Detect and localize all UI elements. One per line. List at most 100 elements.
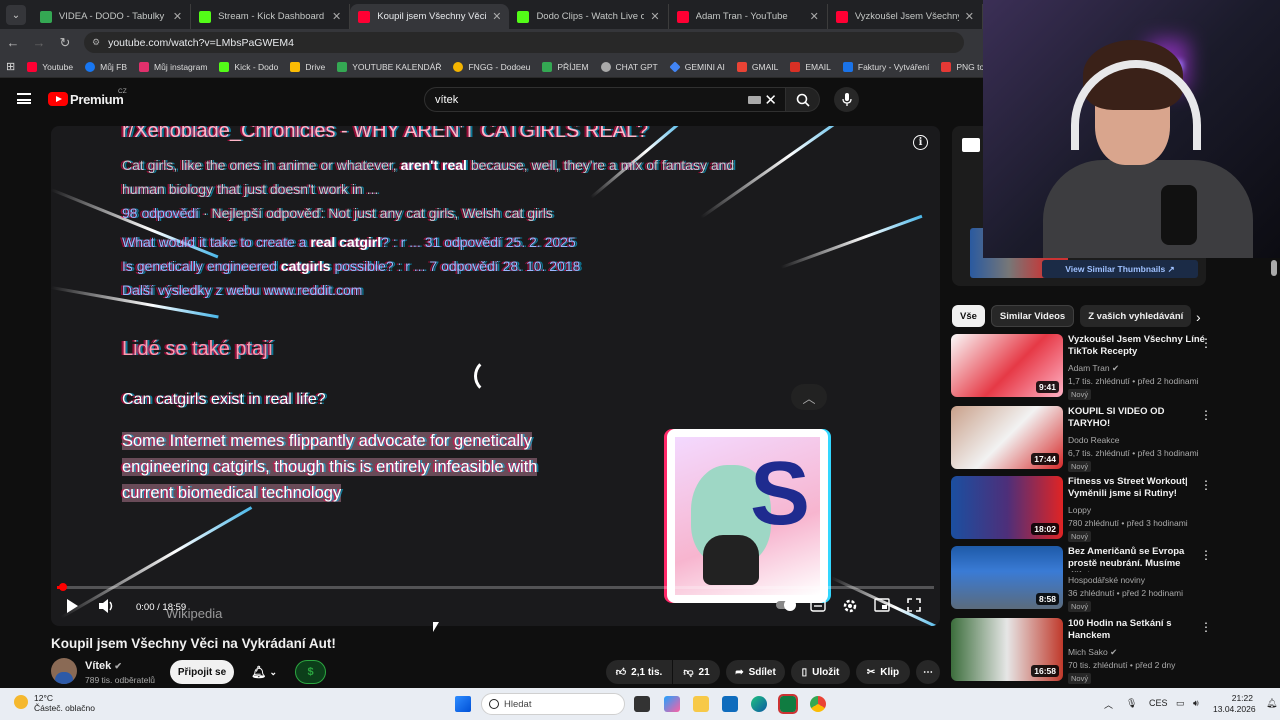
recommendation-item[interactable]: 17:44 KOUPIL SI VIDEO OD TARYHO! Dodo Re…	[951, 406, 1216, 472]
more-vertical-icon[interactable]: ⋮	[1200, 548, 1212, 562]
speaker-icon[interactable]: 🔊︎	[1193, 698, 1199, 709]
close-icon[interactable]: ✕	[810, 10, 819, 23]
join-button[interactable]: Připojit se	[170, 660, 234, 684]
volume-button[interactable]	[98, 598, 116, 617]
copilot-icon[interactable]	[664, 696, 680, 712]
bookmark-item[interactable]: Youtube	[27, 61, 73, 72]
notification-icon[interactable]: 🔔︎	[1266, 698, 1277, 709]
site-info-icon[interactable]: ⚙	[92, 37, 100, 48]
browser-tab[interactable]: Vyzkoušel Jsem Všechny Líné Ti✕	[828, 4, 984, 29]
recommendation-item[interactable]: 9:41 Vyzkoušel Jsem Všechny Líné TikTok …	[951, 334, 1216, 400]
sheets-icon	[39, 10, 52, 23]
bookmark-item[interactable]: EMAIL	[790, 61, 831, 72]
share-button[interactable]: ➦ Sdílet	[726, 660, 785, 684]
input-language[interactable]: CES	[1149, 698, 1168, 708]
forward-arrow-icon[interactable]: →	[26, 35, 52, 50]
recommendation-item[interactable]: 18:02 Fitness vs Street Workout| Vyměnil…	[951, 476, 1216, 542]
settings-button[interactable]	[840, 598, 860, 614]
save-button[interactable]: ▯ Uložit	[791, 660, 850, 684]
mic-tray-icon[interactable]: 🎙︎	[1126, 698, 1137, 709]
edge-icon[interactable]	[751, 696, 767, 712]
like-button[interactable]: 👍︎ 2,1 tis.	[606, 660, 672, 684]
recommendation-item[interactable]: 8:58 Bez Američanů se Evropa prostě neub…	[951, 546, 1216, 612]
video-player[interactable]: i r/Xenoblade_Chronicles - WHY AREN'T CA…	[51, 126, 940, 626]
reload-icon[interactable]: ↻	[52, 35, 78, 51]
channel-avatar[interactable]	[51, 658, 77, 684]
clear-search-icon[interactable]: ✕	[764, 91, 777, 109]
glitch-streak	[780, 214, 923, 269]
page-scrollbar[interactable]	[1271, 260, 1277, 276]
browser-tab-active[interactable]: Koupil jsem Všechny Věci na Vy✕	[350, 4, 510, 29]
task-view-icon[interactable]	[634, 696, 650, 712]
close-icon[interactable]: ✕	[332, 10, 341, 23]
bookmark-item[interactable]: Faktury - Vytváření	[842, 61, 929, 72]
fullscreen-button[interactable]	[904, 598, 924, 614]
search-input[interactable]: vítek ✕	[424, 87, 786, 112]
autoplay-toggle[interactable]	[775, 598, 797, 614]
dislike-button[interactable]: 👎︎ 21	[673, 660, 720, 684]
more-actions-button[interactable]: ⋯	[916, 660, 940, 684]
more-vertical-icon[interactable]: ⋮	[1200, 478, 1212, 492]
video-progress-bar[interactable]	[57, 583, 934, 591]
bookmark-item[interactable]: YOUTUBE KALENDÁŘ	[337, 61, 441, 72]
bookmark-item[interactable]: GEMINI AI	[669, 60, 725, 73]
tab-search-button[interactable]: ⌄	[6, 5, 26, 25]
play-button[interactable]	[65, 598, 79, 617]
bookmark-item[interactable]: PŘÍJEM	[542, 61, 589, 72]
browser-tab[interactable]: Dodo Clips - Watch Live on Kic✕	[509, 4, 669, 29]
tray-chevron-up-icon[interactable]: ︿	[1104, 698, 1113, 711]
search-button[interactable]	[786, 87, 820, 112]
more-vertical-icon[interactable]: ⋮	[1200, 408, 1212, 422]
info-icon[interactable]: i	[913, 135, 928, 150]
chevron-right-icon[interactable]: ›	[1196, 309, 1201, 325]
voice-search-button[interactable]	[834, 87, 859, 112]
bookmark-item[interactable]: Kick - Dodo	[219, 61, 278, 72]
chrome-icon[interactable]	[810, 696, 826, 712]
weather-widget[interactable]: 12°C Částeč. oblačno	[14, 693, 95, 713]
network-icon[interactable]: ▭	[1176, 698, 1185, 709]
browser-tab[interactable]: Adam Tran - YouTube ✕	[669, 4, 828, 29]
outlook-icon[interactable]	[722, 696, 738, 712]
chip-from-searches[interactable]: Z vašich vyhledávání	[1080, 305, 1192, 327]
progress-scrubber[interactable]	[59, 583, 68, 591]
url-field[interactable]: ⚙ youtube.com/watch?v=LMbsPaGWEM4	[84, 32, 964, 53]
recommendation-thumbnail: 9:41	[951, 334, 1063, 397]
bookmark-item[interactable]: Můj instagram	[139, 61, 207, 72]
system-clock[interactable]: 21:22 13.04.2026	[1213, 693, 1256, 715]
more-vertical-icon[interactable]: ⋮	[1200, 620, 1212, 634]
windows-taskbar: 12°C Částeč. oblačno Hledat ︿ 🎙︎ CES ▭ 🔊︎…	[0, 688, 1280, 720]
youtube-logo-icon[interactable]	[48, 92, 68, 106]
bookmark-item[interactable]: CHAT GPT	[600, 61, 658, 72]
thanks-button[interactable]: $	[295, 660, 326, 684]
clip-button[interactable]: ✂ Klip	[856, 660, 910, 684]
bookmark-item[interactable]: FNGG - Dodoeu	[453, 61, 530, 72]
back-arrow-icon[interactable]: ←	[0, 35, 26, 50]
excel-icon[interactable]	[778, 694, 798, 714]
taskbar-search[interactable]: Hledat	[481, 693, 625, 715]
browser-tab[interactable]: VIDEA - DODO - Tabulky Googl✕	[32, 4, 192, 29]
view-similar-thumbnails-button[interactable]: View Similar Thumbnails ↗	[1042, 260, 1198, 278]
file-explorer-icon[interactable]	[693, 696, 709, 712]
bookmark-item[interactable]: Drive	[290, 61, 325, 72]
close-icon[interactable]: ✕	[492, 10, 501, 23]
close-icon[interactable]: ✕	[650, 10, 659, 23]
channel-name[interactable]: Vítek ✔	[85, 660, 122, 672]
miniplayer-button[interactable]	[872, 598, 892, 614]
close-icon[interactable]: ✕	[965, 10, 974, 23]
windows-start-icon[interactable]	[455, 696, 471, 712]
chip-similar-videos[interactable]: Similar Videos	[990, 305, 1075, 327]
chip-all[interactable]: Vše	[952, 305, 985, 327]
notification-bell-button[interactable]: 🔔︎ ⌄	[240, 660, 288, 684]
menu-icon[interactable]	[17, 93, 31, 104]
chevron-up-icon[interactable]: ︿	[791, 384, 827, 410]
email-icon	[790, 61, 801, 72]
bookmark-item[interactable]: Můj FB	[85, 61, 127, 72]
more-vertical-icon[interactable]: ⋮	[1200, 336, 1212, 350]
recommendation-item[interactable]: 16:58 100 Hodin na Setkání s Hanckem Mic…	[951, 618, 1216, 684]
close-icon[interactable]: ✕	[173, 10, 182, 23]
keyboard-icon[interactable]	[748, 96, 761, 104]
browser-tab[interactable]: Stream - Kick Dashboard ✕	[191, 4, 351, 29]
bookmark-item[interactable]: GMAIL	[736, 61, 778, 72]
apps-grid-icon[interactable]: ⊞	[6, 60, 15, 73]
subtitles-button[interactable]	[808, 598, 828, 614]
